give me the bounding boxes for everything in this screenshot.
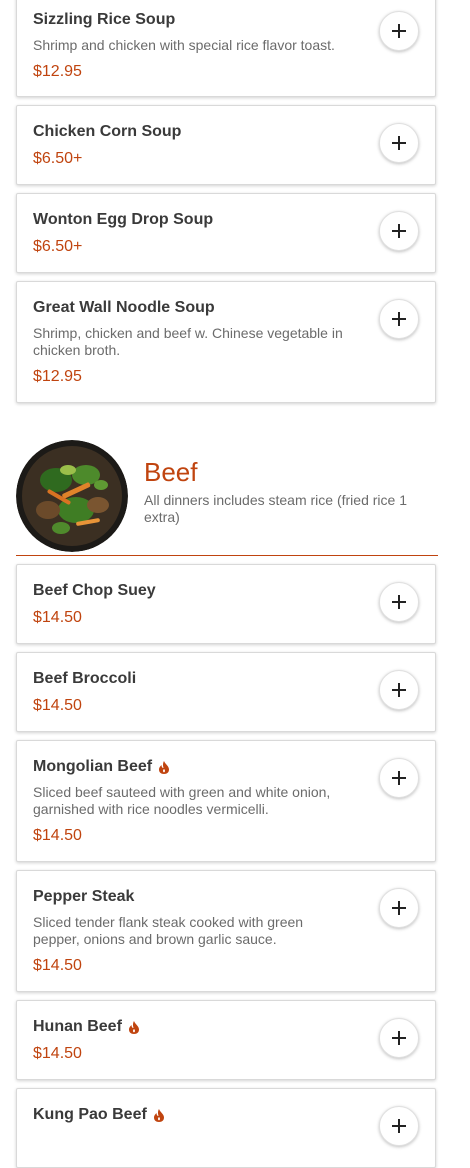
- add-item-button[interactable]: [379, 1106, 419, 1146]
- menu-item-name: Hunan Beef: [33, 1018, 140, 1036]
- menu-item-description: Sliced beef sauteed with green and white…: [33, 784, 331, 817]
- menu-item-price: $14.50: [33, 697, 82, 714]
- menu-item-name: Great Wall Noodle Soup: [33, 299, 215, 316]
- menu-item-name: Chicken Corn Soup: [33, 123, 182, 140]
- menu-item-name: Pepper Steak: [33, 888, 135, 905]
- menu-item-card[interactable]: Beef Broccoli $14.50: [16, 652, 436, 732]
- add-item-button[interactable]: [379, 758, 419, 798]
- plus-icon: [392, 224, 406, 238]
- menu-item-price: $14.50: [33, 957, 82, 974]
- plus-icon: [392, 136, 406, 150]
- menu-item-name: Kung Pao Beef: [33, 1106, 165, 1124]
- menu-item-price: $14.50: [33, 609, 82, 626]
- plus-icon: [392, 683, 406, 697]
- menu-item-price: $12.95: [33, 368, 82, 385]
- plus-icon: [392, 901, 406, 915]
- menu-item-name: Sizzling Rice Soup: [33, 11, 176, 28]
- menu-item-card[interactable]: Hunan Beef $14.50: [16, 1000, 436, 1080]
- menu-item-description: Sliced tender flank steak cooked with gr…: [33, 914, 304, 947]
- chili-icon: [159, 760, 170, 774]
- menu-item-card[interactable]: Sizzling Rice Soup Shrimp and chicken wi…: [16, 0, 436, 97]
- menu-item-card[interactable]: Pepper Steak Sliced tender flank steak c…: [16, 870, 436, 992]
- add-item-button[interactable]: [379, 1018, 419, 1058]
- menu-item-description: Shrimp, chicken and beef w. Chinese vege…: [33, 325, 343, 358]
- section-title: Beef: [144, 457, 198, 487]
- add-item-button[interactable]: [379, 888, 419, 928]
- plus-icon: [392, 24, 406, 38]
- add-item-button[interactable]: [379, 299, 419, 339]
- plus-icon: [392, 312, 406, 326]
- menu-item-card[interactable]: Mongolian Beef Sliced beef sauteed with …: [16, 740, 436, 862]
- add-item-button[interactable]: [379, 670, 419, 710]
- menu-item-price: $6.50+: [33, 238, 83, 255]
- menu-item-name: Beef Chop Suey: [33, 582, 156, 599]
- menu-item-name: Beef Broccoli: [33, 670, 137, 687]
- menu-item-price: $14.50: [33, 827, 82, 844]
- menu-item-price: $6.50+: [33, 150, 83, 167]
- plus-icon: [392, 595, 406, 609]
- section-image: [16, 440, 128, 552]
- plus-icon: [392, 1031, 406, 1045]
- menu-item-price: $14.50: [33, 1045, 82, 1062]
- plus-icon: [392, 1119, 406, 1133]
- add-item-button[interactable]: [379, 123, 419, 163]
- menu-item-card[interactable]: Kung Pao Beef: [16, 1088, 436, 1168]
- section-subtitle: All dinners includes steam rice (fried r…: [144, 492, 407, 525]
- add-item-button[interactable]: [379, 582, 419, 622]
- menu-item-name: Mongolian Beef: [33, 758, 170, 776]
- add-item-button[interactable]: [379, 11, 419, 51]
- chili-icon: [128, 1020, 139, 1034]
- add-item-button[interactable]: [379, 211, 419, 251]
- menu-item-card[interactable]: Great Wall Noodle Soup Shrimp, chicken a…: [16, 281, 436, 403]
- section-divider: [16, 555, 438, 556]
- plus-icon: [392, 771, 406, 785]
- menu-item-description: Shrimp and chicken with special rice fla…: [33, 37, 335, 53]
- chili-icon: [153, 1108, 164, 1122]
- menu-item-card[interactable]: Beef Chop Suey $14.50: [16, 564, 436, 644]
- menu-item-name: Wonton Egg Drop Soup: [33, 211, 214, 228]
- menu-item-card[interactable]: Wonton Egg Drop Soup $6.50+: [16, 193, 436, 273]
- menu-item-price: $12.95: [33, 63, 82, 80]
- menu-item-card[interactable]: Chicken Corn Soup $6.50+: [16, 105, 436, 185]
